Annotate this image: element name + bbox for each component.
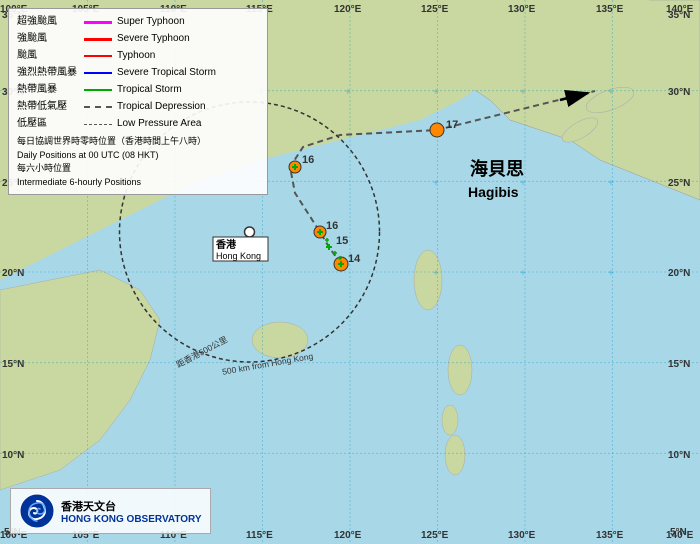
legend-en-5: Tropical Storm: [117, 82, 182, 98]
legend-line-6: [84, 106, 112, 108]
label-16b: 16: [302, 154, 314, 166]
legend-line-4: [84, 72, 112, 74]
label-16a: 16: [326, 220, 338, 232]
lon-120-bot: 120°E: [334, 530, 362, 541]
lat-35-right: 35°N: [668, 10, 690, 21]
legend-row-typhoon: 颱風 Typhoon: [17, 48, 259, 64]
hk-label-zh: 香港: [216, 238, 237, 251]
lat-10-left: 10°N: [2, 450, 24, 461]
lat-15-right: 15°N: [668, 359, 690, 370]
grid-plus-7: +: [608, 87, 614, 98]
label-17: 17: [446, 119, 458, 131]
legend-zh-7: 低壓區: [17, 116, 79, 132]
legend-zh-4: 強烈熱帶風暴: [17, 65, 79, 81]
legend-note-en-1: Daily Positions at 00 UTC (08 HKT): [17, 149, 259, 163]
lat-5-right: 5°N: [670, 527, 687, 538]
lon-130-bot: 130°E: [508, 530, 536, 541]
legend-note-zh-2: 每六小時位置: [17, 162, 259, 176]
lat-10-right: 10°N: [668, 450, 690, 461]
legend-en-6: Tropical Depression: [117, 99, 206, 115]
legend-note: 每日協調世界時零時位置（香港時間上午八時） Daily Positions at…: [17, 135, 259, 189]
legend-en-3: Typhoon: [117, 48, 155, 64]
lon-115-bot: 115°E: [246, 530, 273, 541]
legend-row-ts: 熱帶風暴 Tropical Storm: [17, 82, 259, 98]
lon-135-top: 135°E: [596, 4, 624, 15]
hko-logo: 香港天文台 HONG KONG OBSERVATORY: [10, 488, 211, 534]
legend-row-lpa: 低壓區 Low Pressure Area: [17, 116, 259, 132]
grid-plus-6: +: [520, 87, 526, 98]
legend-note-en-2: Intermediate 6-hourly Positions: [17, 176, 259, 190]
hko-name: 香港天文台 HONG KONG OBSERVATORY: [61, 498, 202, 525]
lon-130-top: 130°E: [508, 4, 536, 15]
legend-line-5: [84, 89, 112, 91]
lat-15-left: 15°N: [2, 359, 24, 370]
legend-en-4: Severe Tropical Storm: [117, 65, 216, 81]
legend-zh-3: 颱風: [17, 48, 79, 64]
hko-swirl-icon: [19, 493, 55, 529]
legend-zh-2: 強颱風: [17, 31, 79, 47]
legend: 超強颱風 Super Typhoon 強颱風 Severe Typhoon 颱風…: [8, 8, 268, 195]
lat-20-right: 20°N: [668, 268, 690, 279]
grid-plus-13: +: [520, 268, 526, 279]
hko-zh: 香港天文台: [61, 498, 202, 514]
legend-row-severe-ts: 強烈熱帶風暴 Severe Tropical Storm: [17, 65, 259, 81]
lon-125-bot: 125°E: [421, 530, 449, 541]
hko-en: HONG KONG OBSERVATORY: [61, 514, 202, 525]
lon-120-top: 120°E: [334, 4, 362, 15]
legend-row-td: 熱帶低氣壓 Tropical Depression: [17, 99, 259, 115]
legend-line-1: [84, 21, 112, 24]
legend-line-7: [84, 124, 112, 125]
label-14: 14: [348, 253, 361, 265]
legend-line-2: [84, 38, 112, 41]
lon-135-bot: 135°E: [596, 530, 624, 541]
lat-20-left: 20°N: [2, 268, 24, 279]
grid-plus-4: +: [345, 87, 351, 98]
grid-plus-14: +: [608, 268, 614, 279]
lon-125-top: 125°E: [421, 4, 449, 15]
legend-zh-6: 熱帶低氣壓: [17, 99, 79, 115]
grid-plus-11: +: [608, 178, 614, 189]
grid-plus-9: +: [433, 178, 439, 189]
grid-plus-5: +: [433, 87, 439, 98]
legend-row-severe-typhoon: 強颱風 Severe Typhoon: [17, 31, 259, 47]
label-15: 15: [336, 235, 348, 247]
legend-note-zh-1: 每日協調世界時零時位置（香港時間上午八時）: [17, 135, 259, 149]
typhoon-name-en: Hagibis: [468, 184, 519, 200]
hk-marker: [245, 227, 255, 237]
legend-en-1: Super Typhoon: [117, 14, 185, 30]
day17-marker: [430, 123, 444, 137]
legend-zh-1: 超強颱風: [17, 14, 79, 30]
visayas: [442, 405, 458, 435]
legend-row-super-typhoon: 超強颱風 Super Typhoon: [17, 14, 259, 30]
typhoon-name-zh: 海貝思: [470, 158, 524, 179]
lat-30-right: 30°N: [668, 87, 690, 98]
circle-label-zh: 距香港500公里: [174, 334, 229, 370]
legend-zh-5: 熱帶風暴: [17, 82, 79, 98]
legend-en-7: Low Pressure Area: [117, 116, 202, 132]
mindanao: [445, 435, 465, 475]
legend-en-2: Severe Typhoon: [117, 31, 190, 47]
grid-plus-12: +: [433, 268, 439, 279]
hk-label-en: Hong Kong: [216, 251, 261, 261]
luzon: [448, 345, 472, 395]
grid-plus-10: +: [520, 178, 526, 189]
legend-line-3: [84, 55, 112, 57]
lat-25-right: 25°N: [668, 178, 690, 189]
map-container: 距香港500公里 500 km from Hong Kong 100°E 105…: [0, 0, 700, 544]
